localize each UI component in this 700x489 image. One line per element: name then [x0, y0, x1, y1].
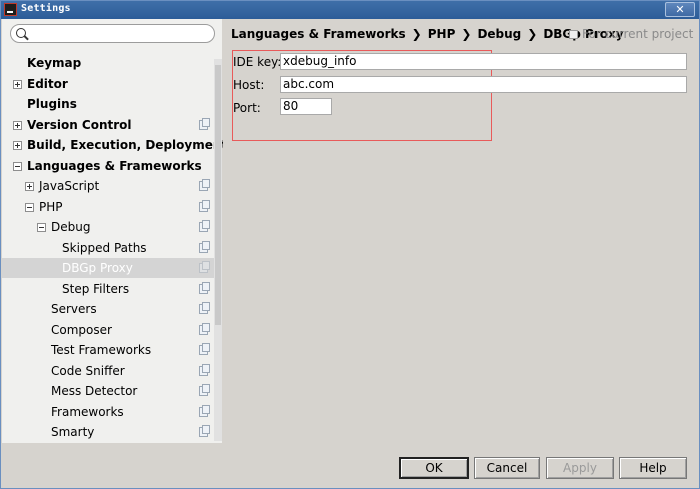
expand-icon[interactable] — [13, 121, 22, 130]
cancel-button[interactable]: Cancel — [474, 457, 540, 479]
project-level-icon — [199, 302, 210, 314]
tree-item-frameworks[interactable]: Frameworks — [2, 402, 214, 422]
breadcrumb-separator-icon: ❯ — [461, 27, 472, 41]
tree-item-label: Editor — [27, 77, 68, 91]
tree-item-step-filters[interactable]: Step Filters — [2, 279, 214, 299]
breadcrumb-item: Debug — [477, 27, 522, 41]
expand-icon[interactable] — [25, 182, 34, 191]
close-button[interactable]: ✕ — [665, 2, 695, 17]
tree-item-label: Debug — [51, 220, 91, 234]
tree-item-label: Composer — [51, 323, 112, 337]
title-bar: Settings ✕ — [1, 1, 699, 19]
settings-sidebar: Keymap Editor Plugins Version Control Bu… — [2, 19, 227, 443]
breadcrumb-item: PHP — [427, 27, 456, 41]
settings-content: Languages & Frameworks ❯ PHP ❯ Debug ❯ DBGp Pr… — [223, 19, 699, 443]
project-level-icon — [199, 364, 210, 376]
for-current-project-note: For current project — [569, 27, 693, 41]
project-level-icon — [199, 282, 210, 294]
tree-item-label: Smarty — [51, 425, 95, 439]
search-icon — [16, 28, 26, 38]
tree-item-debug[interactable]: Debug — [2, 217, 214, 237]
host-label: Host: — [233, 78, 265, 92]
tree-item-label: Languages & Frameworks — [27, 159, 202, 173]
apply-button[interactable]: Apply — [546, 457, 614, 479]
tree-item-editor[interactable]: Editor — [2, 74, 214, 94]
tree-item-label: Test Frameworks — [51, 343, 152, 357]
for-current-project-label: For current project — [582, 27, 694, 41]
tree-item-languages-frameworks[interactable]: Languages & Frameworks — [2, 156, 214, 176]
breadcrumb: Languages & Frameworks ❯ PHP ❯ Debug ❯ DBGp Pr… — [231, 27, 624, 43]
project-level-icon — [199, 261, 210, 273]
project-level-icon — [569, 30, 578, 39]
sidebar-scrollbar-thumb[interactable] — [215, 65, 221, 325]
tree-item-dbgp-proxy[interactable]: DBGp Proxy — [2, 258, 214, 278]
tree-item-label: Skipped Paths — [62, 241, 147, 255]
host-input[interactable]: abc.com — [280, 76, 687, 93]
tree-item-plugins[interactable]: Plugins — [2, 94, 214, 114]
tree-item-mess-detector[interactable]: Mess Detector — [2, 381, 214, 401]
tree-item-label: Servers — [51, 302, 97, 316]
project-level-icon — [199, 343, 210, 355]
tree-item-label: JavaScript — [39, 179, 100, 193]
project-level-icon — [199, 118, 210, 130]
tree-item-label: Mess Detector — [51, 384, 138, 398]
project-level-icon — [199, 220, 210, 232]
tree-item-build-execution-deployment[interactable]: Build, Execution, Deployment — [2, 135, 227, 155]
tree-item-servers[interactable]: Servers — [2, 299, 214, 319]
tree-item-javascript[interactable]: JavaScript — [2, 176, 214, 196]
project-level-icon — [199, 425, 210, 437]
port-input[interactable]: 80 — [280, 98, 332, 115]
ide-key-label: IDE key: — [233, 55, 282, 69]
tree-item-skipped-paths[interactable]: Skipped Paths — [2, 238, 214, 258]
sidebar-scrollbar[interactable] — [214, 59, 222, 441]
tree-item-label: Frameworks — [51, 405, 124, 419]
expand-icon[interactable] — [13, 80, 22, 89]
tree-item-test-frameworks[interactable]: Test Frameworks — [2, 340, 214, 360]
tree-item-label: Code Sniffer — [51, 364, 125, 378]
search-input[interactable] — [29, 26, 209, 41]
project-level-icon — [199, 200, 210, 212]
ok-button[interactable]: OK — [399, 457, 469, 479]
settings-window: Settings ✕ Keymap Editor Plugins Version… — [0, 0, 700, 489]
tree-item-php[interactable]: PHP — [2, 197, 214, 217]
tree-item-keymap[interactable]: Keymap — [2, 53, 214, 73]
help-button[interactable]: Help — [619, 457, 687, 479]
project-level-icon — [199, 405, 210, 417]
tree-item-label: Plugins — [27, 97, 77, 111]
project-level-icon — [199, 241, 210, 253]
tree-item-version-control[interactable]: Version Control — [2, 115, 214, 135]
collapse-icon[interactable] — [37, 223, 46, 232]
tree-item-label: Build, Execution, Deployment — [27, 138, 228, 152]
tree-item-code-sniffer[interactable]: Code Sniffer — [2, 361, 214, 381]
project-level-icon — [199, 323, 210, 335]
breadcrumb-separator-icon: ❯ — [411, 27, 422, 41]
port-label: Port: — [233, 101, 261, 115]
window-title: Settings — [21, 3, 71, 14]
breadcrumb-item: Languages & Frameworks — [231, 27, 406, 41]
ide-key-input[interactable]: xdebug_info — [280, 53, 687, 70]
collapse-icon[interactable] — [25, 203, 34, 212]
tree-item-label: DBGp Proxy — [62, 261, 133, 275]
breadcrumb-separator-icon: ❯ — [527, 27, 538, 41]
project-level-icon — [199, 384, 210, 396]
expand-icon[interactable] — [13, 141, 22, 150]
tree-item-label: Keymap — [27, 56, 82, 70]
dialog-button-bar: OK Cancel Apply Help — [2, 443, 699, 488]
collapse-icon[interactable] — [13, 162, 22, 171]
search-box[interactable] — [10, 24, 215, 43]
tree-item-composer[interactable]: Composer — [2, 320, 214, 340]
app-icon — [4, 3, 17, 16]
tree-item-label: Step Filters — [62, 282, 130, 296]
tree-item-label: PHP — [39, 200, 63, 214]
project-level-icon — [199, 179, 210, 191]
tree-item-label: Version Control — [27, 118, 132, 132]
tree-item-smarty[interactable]: Smarty — [2, 422, 214, 442]
